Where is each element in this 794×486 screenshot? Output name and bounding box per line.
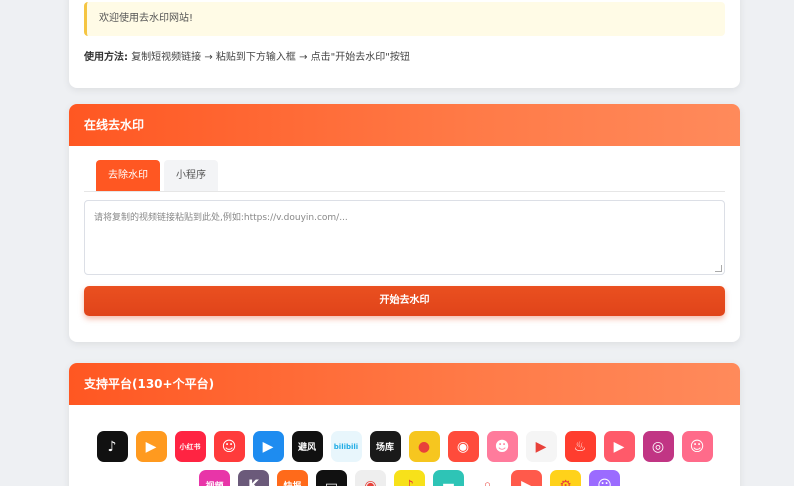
tab-remove-watermark[interactable]: 去除水印 <box>96 160 160 191</box>
avatar-face-icon[interactable]: ☺ <box>681 431 713 462</box>
purple-face-icon[interactable]: ☺ <box>589 470 620 486</box>
flame-icon[interactable]: ♨ <box>564 431 596 462</box>
tiktok-icon[interactable]: ♪ <box>96 431 128 462</box>
gear-yellow-icon[interactable]: ⚙ <box>550 470 581 486</box>
intro-card: 欢迎使用去水印网站! 使用方法: 复制短视频链接 → 粘贴到下方输入框 → 点击… <box>69 0 740 88</box>
map-pin-icon[interactable]: ◦ <box>472 470 503 486</box>
instagram-icon[interactable]: ◎ <box>642 431 674 462</box>
monkey-icon[interactable]: ◉ <box>447 431 479 462</box>
platform-icons-row-2: 视频 K 快报 ▭ ◉ ♪ ▬ ◦ ▶ ⚙ ☺ <box>69 470 740 486</box>
usage-instructions: 使用方法: 复制短视频链接 → 粘贴到下方输入框 → 点击"开始去水印"按钮 <box>84 48 410 63</box>
start-remove-button[interactable]: 开始去水印 <box>84 286 725 316</box>
usage-label: 使用方法: <box>84 52 128 63</box>
changku-icon[interactable]: 场库 <box>369 431 401 462</box>
cartoon-face-icon[interactable]: ☺ <box>213 431 245 462</box>
cup-icon[interactable]: ▬ <box>433 470 464 486</box>
video-text-icon[interactable]: 视频 <box>199 470 230 486</box>
tv-icon[interactable]: ▭ <box>316 470 347 486</box>
section-title: 在线去水印 <box>69 104 740 146</box>
video-red-icon[interactable]: ▶ <box>511 470 542 486</box>
bilibili-icon[interactable]: bilibili <box>330 431 362 462</box>
kuaishou-icon[interactable]: ▶ <box>135 431 167 462</box>
usage-text: 复制短视频链接 → 粘贴到下方输入框 → 点击"开始去水印"按钮 <box>131 52 410 63</box>
kuaibao-icon[interactable]: 快报 <box>277 470 308 486</box>
video-frame-icon[interactable]: ▶ <box>603 431 635 462</box>
remove-watermark-card: 在线去水印 去除水印 小程序 请将复制的视频链接粘贴到此处,例如:https:/… <box>69 104 740 342</box>
resize-handle-icon[interactable] <box>715 265 722 272</box>
tab-mini-program[interactable]: 小程序 <box>164 160 218 191</box>
bi-logo-icon[interactable]: 避风 <box>291 431 323 462</box>
camera-lens-icon[interactable]: ◉ <box>355 470 386 486</box>
video-link-input[interactable]: 请将复制的视频链接粘贴到此处,例如:https://v.douyin.com/.… <box>84 200 725 275</box>
welcome-notice: 欢迎使用去水印网站! <box>84 2 725 36</box>
k-logo-icon[interactable]: K <box>238 470 269 486</box>
platforms-title: 支持平台(130+个平台) <box>69 363 740 405</box>
input-placeholder: 请将复制的视频链接粘贴到此处,例如:https://v.douyin.com/.… <box>94 213 348 223</box>
platform-icons-row-1: ♪ ▶ 小红书 ☺ ▶ 避风 bilibili 场库 ● ◉ ☻ ▶ ♨ ▶ ◎ ☺ <box>69 431 740 462</box>
xiaohongshu-icon[interactable]: 小红书 <box>174 431 206 462</box>
pink-face-icon[interactable]: ☻ <box>486 431 518 462</box>
tab-bar: 去除水印 小程序 <box>84 160 725 192</box>
platforms-card: 支持平台(130+个平台) ♪ ▶ 小红书 ☺ ▶ 避风 bilibili 场库 ● ◉ ☻ ▶ ♨ ▶ ◎… <box>69 363 740 486</box>
leaf-icon[interactable]: ♪ <box>394 470 425 486</box>
play-triangle-icon[interactable]: ▶ <box>525 431 557 462</box>
play-circle-icon[interactable]: ▶ <box>252 431 284 462</box>
yellow-face-icon[interactable]: ● <box>408 431 440 462</box>
